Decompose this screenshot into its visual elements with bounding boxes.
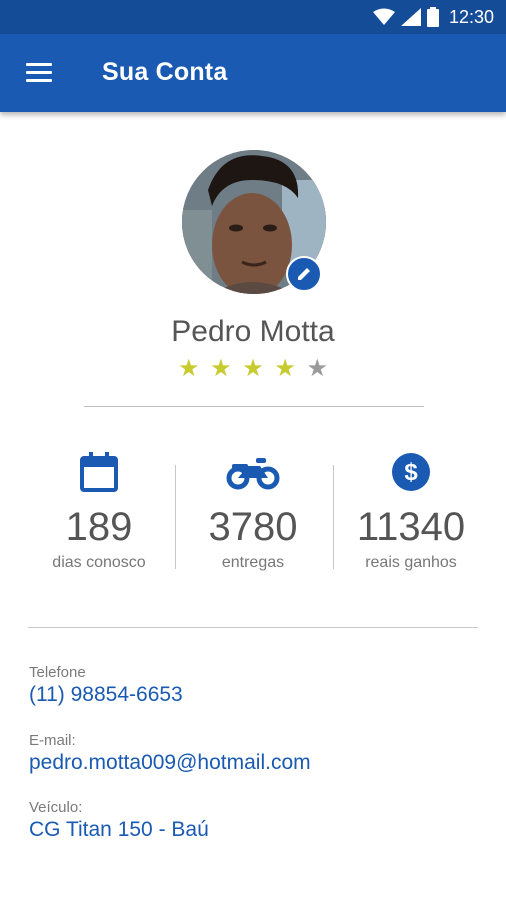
stat-label: dias conosco — [52, 554, 146, 571]
avatar-container — [182, 150, 326, 294]
status-icons: 12:30 — [372, 6, 494, 28]
stat-label: entregas — [221, 554, 285, 571]
wifi-icon — [372, 8, 395, 25]
menu-button[interactable] — [26, 63, 54, 85]
stat-days: 189 dias conosco — [24, 450, 174, 572]
svg-text:$: $ — [404, 459, 418, 486]
stat-earnings: $ 11340 reais ganhos — [336, 450, 486, 572]
menu-icon — [26, 63, 52, 66]
stat-label: reais ganhos — [365, 554, 457, 571]
field-label: Telefone — [29, 664, 86, 681]
vehicle-value[interactable]: CG Titan 150 - Baú — [29, 818, 209, 842]
stat-divider — [333, 465, 334, 569]
email-field: E-mail: pedro.motta009@hotmail.com — [29, 732, 311, 775]
battery-icon — [426, 7, 439, 27]
motorcycle-icon — [226, 458, 280, 490]
signal-icon — [400, 8, 421, 26]
divider — [84, 406, 424, 407]
email-value[interactable]: pedro.motta009@hotmail.com — [29, 751, 311, 775]
dollar-icon: $ — [392, 453, 430, 491]
app-bar: Sua Conta — [0, 34, 506, 112]
status-time: 12:30 — [448, 6, 494, 27]
stat-divider — [175, 465, 176, 569]
phone-field: Telefone (11) 98854-6653 — [29, 664, 183, 707]
profile-name: Pedro Motta — [171, 315, 335, 348]
pencil-icon — [298, 268, 310, 280]
star-icon: ★ — [242, 355, 264, 382]
vehicle-field: Veículo: CG Titan 150 - Baú — [29, 799, 209, 842]
calendar-icon — [80, 452, 118, 492]
field-label: E-mail: — [29, 732, 76, 749]
status-bar: 12:30 — [0, 0, 506, 34]
field-label: Veículo: — [29, 799, 83, 816]
divider — [28, 627, 478, 628]
stat-value: 189 — [65, 505, 133, 549]
rating-stars: ★ ★ ★ ★ ★ — [178, 355, 328, 383]
phone-value[interactable]: (11) 98854-6653 — [29, 683, 183, 707]
edit-avatar-button[interactable] — [286, 256, 322, 292]
star-icon: ★ — [274, 355, 296, 382]
star-icon: ★ — [210, 355, 232, 382]
star-icon: ★ — [178, 355, 200, 382]
page-title: Sua Conta — [102, 58, 228, 86]
stat-deliveries: 3780 entregas — [178, 450, 328, 572]
star-empty-icon: ★ — [306, 355, 328, 382]
stat-value: 3780 — [208, 505, 298, 549]
stat-value: 11340 — [356, 505, 466, 549]
